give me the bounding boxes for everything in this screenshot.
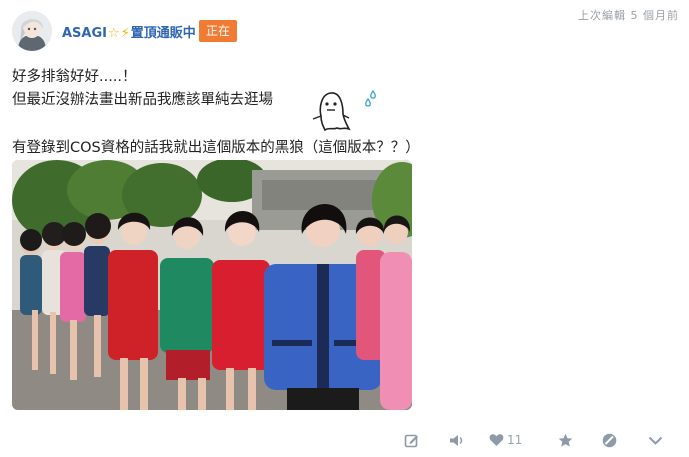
post-text-line: 但最近沒辦法畫出新品我應該單純去逛場 (12, 92, 273, 108)
username-text: ASAGI (62, 26, 107, 41)
avatar[interactable] (12, 11, 52, 51)
edit-icon (404, 433, 419, 448)
edited-timestamp: 上次編輯 5 個月前 (578, 9, 679, 22)
heart-icon (489, 433, 504, 447)
star-icon (558, 433, 573, 448)
post-text-line: 好多排翁好好.....！ (12, 69, 137, 85)
like-count: 11 (507, 433, 523, 447)
live-badge[interactable]: 正在 (199, 20, 238, 42)
block-button[interactable] (598, 428, 620, 452)
star-emoji-icon: ☆ (108, 26, 120, 41)
speaker-icon (449, 433, 464, 448)
chevron-down-icon (648, 433, 663, 448)
username[interactable]: ASAGI☆⚡置頂通販中 (62, 22, 196, 41)
share-button[interactable] (445, 428, 467, 452)
edit-button[interactable] (400, 428, 422, 452)
block-icon (602, 433, 617, 448)
favorite-button[interactable] (554, 428, 576, 452)
post-card: ASAGI☆⚡置頂通販中 正在 上次編輯 5 個月前 好多排翁好好.....！ … (0, 0, 689, 457)
more-button[interactable] (644, 428, 666, 452)
ghost-doodle-sticker (307, 86, 383, 136)
post-text-line: 有登錄到COS資格的話我就出這個版本的黑狼（這個版本？？） (12, 140, 420, 156)
post-actions: 11 (0, 428, 689, 452)
lightning-emoji-icon: ⚡ (120, 26, 130, 41)
username-suffix: 置頂通販中 (130, 26, 196, 41)
post-photo[interactable] (12, 160, 412, 410)
like-button[interactable]: 11 (489, 428, 529, 452)
